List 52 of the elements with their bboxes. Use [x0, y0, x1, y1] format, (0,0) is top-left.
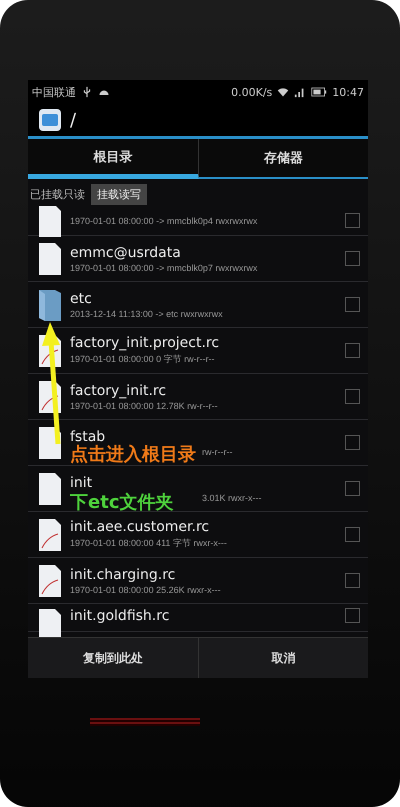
- file-name[interactable]: etc: [70, 290, 92, 306]
- checkbox[interactable]: [345, 213, 360, 228]
- checkbox[interactable]: [345, 435, 360, 450]
- carrier-name: 中国联通: [32, 84, 76, 100]
- file-details: 3.01K rwxr-x---: [202, 492, 262, 502]
- action-button[interactable]: 复制到此处: [28, 638, 198, 678]
- file-details: 1970-01-01 08:00:00 -> mmcblk0p4 rwxrwxrwx: [70, 216, 258, 226]
- file-details: 1970-01-01 08:00:00 25.26K rwxr-x---: [70, 584, 221, 594]
- file-name[interactable]: factory_init.project.rc: [70, 335, 220, 351]
- checkbox[interactable]: [345, 251, 360, 266]
- mount-rw-button[interactable]: 挂载读写: [91, 184, 147, 204]
- checkbox[interactable]: [345, 608, 360, 623]
- network-speed: 0.00K/s: [231, 86, 272, 98]
- checkbox[interactable]: [345, 481, 360, 496]
- wifi-icon: [277, 86, 290, 98]
- file-name[interactable]: factory_init.rc: [70, 382, 166, 398]
- checkbox[interactable]: [345, 573, 360, 588]
- checkbox[interactable]: [345, 527, 360, 542]
- file-name[interactable]: init.goldfish.rc: [70, 608, 170, 624]
- text-file-icon: [38, 564, 62, 598]
- file-icon: [38, 608, 62, 637]
- usb-icon: [81, 86, 93, 98]
- path-title: /: [70, 110, 76, 130]
- mount-status: 已挂载只读: [30, 186, 85, 202]
- file-details: 1970-01-01 08:00:00 12.78K rw-r--r--: [70, 400, 218, 410]
- app-folder-icon[interactable]: [38, 108, 62, 132]
- tab[interactable]: 存储器: [198, 139, 368, 179]
- file-name[interactable]: init.aee.customer.rc: [70, 519, 210, 535]
- file-details: 1970-01-01 08:00:00 -> mmcblk0p7 rwxrwxrwx: [70, 262, 258, 272]
- annotation-text: 点击进入根目录: [70, 446, 196, 464]
- file-name[interactable]: init.charging.rc: [70, 566, 176, 582]
- file-details: 1970-01-01 08:00:00 411 字节 rwxr-x---: [70, 537, 227, 550]
- clock: 10:47: [332, 86, 364, 98]
- file-icon: [38, 206, 62, 238]
- text-file-icon: [38, 518, 62, 552]
- annotation-text: 下etc文件夹: [70, 494, 174, 512]
- checkbox[interactable]: [345, 389, 360, 404]
- file-name[interactable]: fstab: [70, 428, 106, 444]
- action-button[interactable]: 取消: [198, 638, 368, 678]
- file-icon: [38, 242, 62, 276]
- signal-icon: [294, 86, 306, 98]
- file-icon: [38, 472, 62, 506]
- file-details: 1970-01-01 08:00:00 0 字节 rw-r--r--: [70, 353, 215, 366]
- checkbox[interactable]: [345, 297, 360, 312]
- file-name[interactable]: emmc@usrdata: [70, 244, 181, 260]
- folder-icon: [38, 288, 62, 322]
- battery-icon: [311, 86, 328, 98]
- file-details: rw-r--r--: [202, 446, 232, 456]
- file-details: 2013-12-14 11:13:00 -> etc rwxrwxrwx: [70, 308, 223, 318]
- tab[interactable]: 根目录: [28, 139, 198, 179]
- file-name[interactable]: init: [70, 474, 92, 490]
- checkbox[interactable]: [345, 343, 360, 358]
